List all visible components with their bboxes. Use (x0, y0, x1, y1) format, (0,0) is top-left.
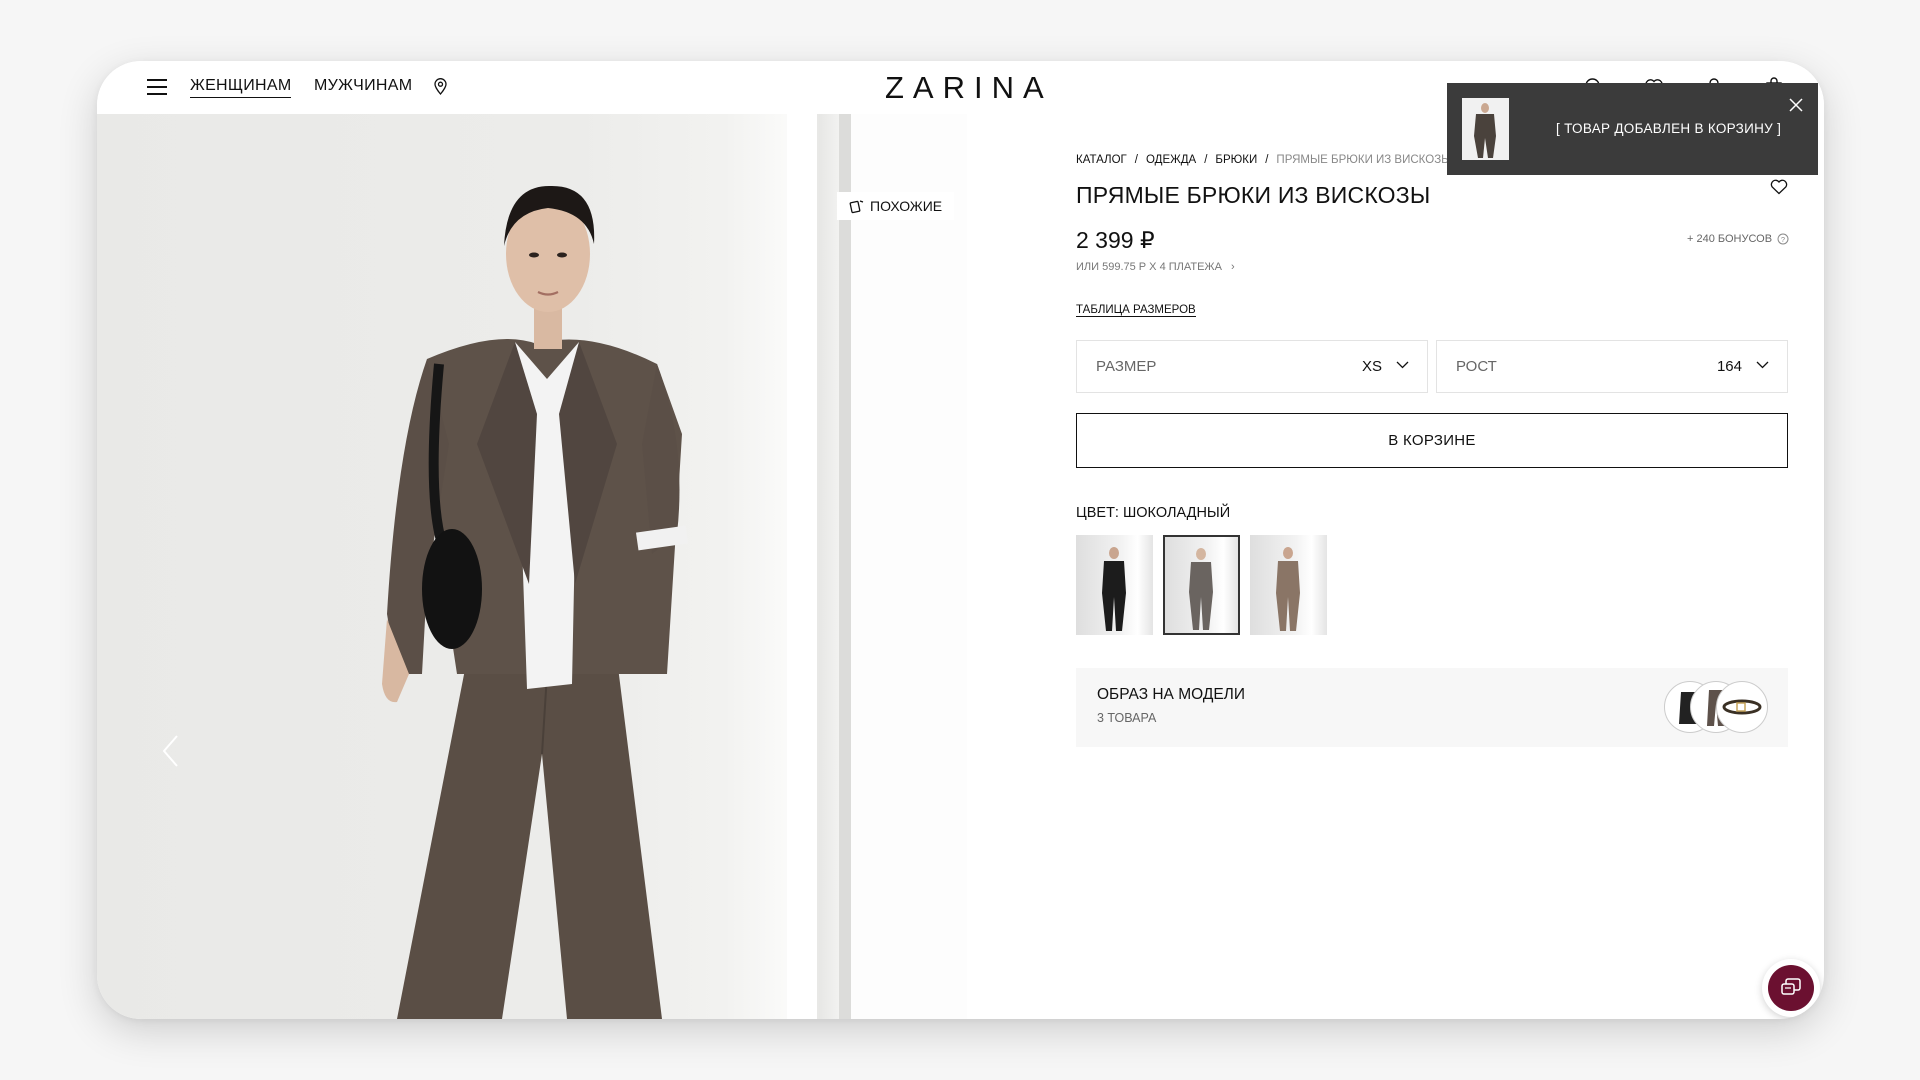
bonus-info: + 240 БОНУСОВ ? (1687, 233, 1789, 245)
toast-product-thumbnail (1462, 98, 1509, 160)
look-thumbnails (1664, 681, 1768, 733)
look-title: ОБРАЗ НА МОДЕЛИ (1097, 686, 1245, 703)
menu-icon[interactable] (147, 78, 167, 96)
location-pin-icon[interactable] (434, 78, 447, 95)
swatch-thumbnail (1189, 548, 1213, 630)
installment-link[interactable]: ИЛИ 599.75 Р X 4 ПЛАТЕЖА › (1076, 261, 1235, 273)
in-cart-button[interactable]: В КОРЗИНЕ (1076, 413, 1788, 468)
swatch-thumbnail (1276, 547, 1300, 631)
swatch-thumbnail (1102, 547, 1126, 631)
breadcrumb-separator: / (1204, 154, 1208, 166)
breadcrumb: КАТАЛОГ / ОДЕЖДА / БРЮКИ / ПРЯМЫЕ БРЮКИ … (1076, 154, 1456, 166)
breadcrumb-current: ПРЯМЫЕ БРЮКИ ИЗ ВИСКОЗЫ (1276, 154, 1452, 166)
chevron-right-icon: › (1230, 261, 1235, 273)
similar-cards-icon (849, 199, 864, 213)
breadcrumb-catalog[interactable]: КАТАЛОГ (1076, 154, 1127, 166)
help-circle-icon[interactable]: ? (1777, 233, 1789, 245)
height-value: 164 (1716, 358, 1742, 375)
svg-text:?: ? (1781, 235, 1785, 244)
size-select[interactable]: РАЗМЕР XS (1076, 340, 1428, 393)
site-logo[interactable]: ZARINA (885, 70, 1053, 106)
previous-image-arrow-icon[interactable] (161, 734, 179, 768)
product-price: 2 399 ₽ (1076, 227, 1155, 253)
chevron-down-icon (1756, 361, 1769, 369)
product-gallery[interactable]: ПОХОЖИЕ (97, 114, 967, 1019)
model-look-banner[interactable]: ОБРАЗ НА МОДЕЛИ 3 ТОВАРА (1076, 668, 1788, 747)
color-swatch-chocolate[interactable] (1163, 535, 1240, 635)
chat-button[interactable] (1762, 959, 1820, 1017)
product-photo (382, 114, 967, 1019)
size-table-link[interactable]: ТАБЛИЦА РАЗМЕРОВ (1076, 304, 1196, 317)
nav-men-link[interactable]: МУЖЧИНАМ (314, 77, 412, 95)
size-value: XS (1361, 358, 1382, 375)
breadcrumb-clothing[interactable]: ОДЕЖДА (1146, 154, 1196, 166)
breadcrumb-separator: / (1265, 154, 1269, 166)
color-swatch-beige[interactable] (1250, 535, 1327, 635)
added-to-cart-toast: [ ТОВАР ДОБАВЛЕН В КОРЗИНУ ] (1447, 83, 1818, 175)
product-title: ПРЯМЫЕ БРЮКИ ИЗ ВИСКОЗЫ (1076, 182, 1431, 208)
color-label: ЦВЕТ: ШОКОЛАДНЫЙ (1076, 505, 1231, 521)
chevron-down-icon (1396, 361, 1409, 369)
color-swatch-black[interactable] (1076, 535, 1153, 635)
browser-window: ЖЕНЩИНАМ МУЖЧИНАМ ZARINA ПОХОЖИЕ КАТАЛОГ… (97, 61, 1824, 1019)
height-select[interactable]: РОСТ 164 (1436, 340, 1788, 393)
add-to-favorites-heart-icon[interactable] (1770, 179, 1788, 195)
height-label: РОСТ (1456, 358, 1497, 375)
nav-women-link[interactable]: ЖЕНЩИНАМ (190, 77, 292, 98)
similar-button[interactable]: ПОХОЖИЕ (837, 192, 955, 220)
close-icon[interactable] (1788, 97, 1804, 113)
toast-message: [ ТОВАР ДОБАВЛЕН В КОРЗИНУ ] (1556, 121, 1782, 136)
chat-icon (1768, 965, 1814, 1011)
look-item-belt (1716, 681, 1768, 733)
look-count: 3 ТОВАРА (1097, 711, 1157, 725)
bonus-text: + 240 БОНУСОВ (1687, 233, 1773, 245)
size-label: РАЗМЕР (1096, 358, 1157, 375)
installment-text: ИЛИ 599.75 Р X 4 ПЛАТЕЖА (1076, 261, 1222, 273)
similar-label: ПОХОЖИЕ (870, 198, 943, 214)
breadcrumb-trousers[interactable]: БРЮКИ (1215, 154, 1257, 166)
breadcrumb-separator: / (1134, 154, 1138, 166)
